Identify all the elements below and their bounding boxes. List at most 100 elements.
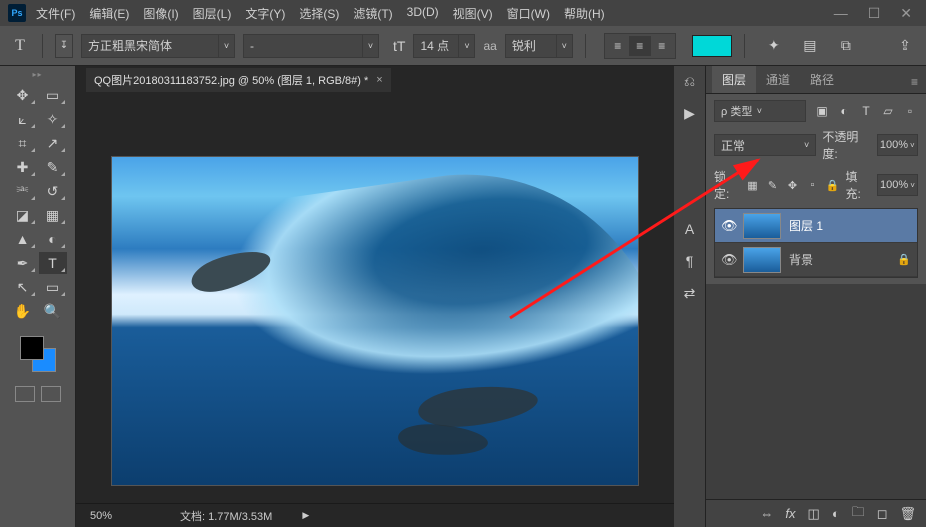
eyedropper-tool[interactable]: ↗ [39,132,67,154]
filter-smart-icon[interactable]: ▫ [902,103,918,119]
history-panel-icon[interactable]: ⎌ [680,72,700,90]
menu-window[interactable]: 窗口(W) [507,5,550,22]
delete-layer-button[interactable]: 🗑 [899,506,916,522]
menu-3d[interactable]: 3D(D) [407,5,439,22]
character-panel-icon[interactable]: A [680,220,700,238]
menu-layer[interactable]: 图层(L) [193,5,232,22]
menu-type[interactable]: 文字(Y) [245,5,285,22]
panel-menu-button[interactable]: ≡ [903,71,926,93]
magic-wand-tool[interactable]: ✧ [39,108,67,130]
visibility-icon[interactable]: 👁 [721,252,735,268]
layer-mask-button[interactable]: ◫ [808,506,820,522]
close-icon[interactable]: × [376,74,382,86]
pen-tool[interactable]: ✒ [9,252,37,274]
new-layer-button[interactable]: ◻ [877,506,888,522]
align-center-button[interactable]: ≡ [629,36,651,56]
status-chevron-icon[interactable]: ▶ [302,510,309,521]
antialias-dropdown[interactable]: ˅ [557,34,573,58]
lock-transparency-icon[interactable]: ▦ [745,178,759,192]
path-select-tool[interactable]: ↖ [9,276,37,298]
toolbox-handle[interactable]: ▸▸ [21,70,55,80]
layer-name[interactable]: 图层 1 [789,217,823,234]
crop-tool[interactable]: ⌗ [9,132,37,154]
quick-mask-button[interactable] [15,386,35,402]
font-size-input[interactable]: 14 点 [413,34,459,58]
font-family-dropdown[interactable]: ˅ [219,34,235,58]
adjustments-panel-icon[interactable]: ⇄ [680,284,700,302]
filter-image-icon[interactable]: ▣ [814,103,830,119]
menu-help[interactable]: 帮助(H) [564,5,605,22]
share-button[interactable]: ⇪ [894,35,916,57]
layer-kind-filter[interactable]: ρ 类型˅ [714,100,806,122]
maximize-button[interactable]: ☐ [868,5,881,22]
minimize-button[interactable]: — [834,5,848,22]
adjustment-layer-button[interactable]: ◐ [832,506,840,521]
fill-input[interactable]: 100%˅ [877,174,918,196]
lock-all-icon[interactable]: 🔒 [825,178,839,192]
canvas-viewport[interactable] [76,92,674,503]
align-right-button[interactable]: ≡ [651,36,673,56]
menu-select[interactable]: 选择(S) [299,5,339,22]
tab-channels[interactable]: 通道 [756,66,800,93]
dodge-tool[interactable]: ◐ [39,228,67,250]
hand-tool[interactable]: ✋ [9,300,37,322]
filter-type-icon[interactable]: T [858,103,874,119]
font-size-dropdown[interactable]: ˅ [459,34,475,58]
3d-text-button[interactable]: ⧉ [835,35,857,57]
zoom-level[interactable]: 50% [90,510,150,522]
brush-tool[interactable]: ✎ [39,156,67,178]
layer-row[interactable]: 👁 背景 🔒 [715,243,917,277]
link-layers-button[interactable]: ⇔ [760,506,773,521]
gradient-tool[interactable]: ▦ [39,204,67,226]
font-style-select[interactable]: - [243,34,363,58]
spot-heal-tool[interactable]: ✚ [9,156,37,178]
visibility-icon[interactable]: 👁 [721,218,735,234]
clone-tool[interactable]: ⎃ [9,180,37,202]
layer-group-button[interactable]: 🗀 [852,503,865,525]
lock-artboard-icon[interactable]: ▫ [805,178,819,192]
font-orientation-button[interactable]: ↧ [55,34,73,58]
eraser-tool[interactable]: ◪ [9,204,37,226]
move-tool[interactable]: ✥ [9,84,37,106]
blur-tool[interactable]: ▲ [9,228,37,250]
tab-paths[interactable]: 路径 [800,66,844,93]
current-tool-indicator[interactable]: T [10,36,30,56]
color-picker[interactable] [20,336,56,372]
layer-thumbnail[interactable] [743,247,781,273]
layer-thumbnail[interactable] [743,213,781,239]
menu-file[interactable]: 文件(F) [36,5,75,22]
opacity-input[interactable]: 100%˅ [877,134,918,156]
actions-panel-icon[interactable]: ▶ [680,104,700,122]
foreground-color-swatch[interactable] [20,336,44,360]
layer-fx-button[interactable]: fx [785,506,795,521]
canvas-image[interactable] [111,156,639,486]
close-button[interactable]: ✕ [900,5,912,22]
menu-image[interactable]: 图像(I) [143,5,178,22]
font-family-select[interactable]: 方正粗黑宋简体 [81,34,219,58]
document-info[interactable]: 文档: 1.77M/3.53M [180,508,272,524]
history-brush-tool[interactable]: ↺ [39,180,67,202]
layer-name[interactable]: 背景 [789,251,813,268]
rectangle-tool[interactable]: ▭ [39,276,67,298]
zoom-tool[interactable]: 🔍 [39,300,67,322]
align-left-button[interactable]: ≡ [607,36,629,56]
font-style-dropdown[interactable]: ˅ [363,34,379,58]
filter-adjust-icon[interactable]: ◐ [836,103,852,119]
blend-mode-select[interactable]: 正常˅ [714,134,816,156]
document-tab[interactable]: QQ图片20180311183752.jpg @ 50% (图层 1, RGB/… [86,68,391,92]
character-panel-button[interactable]: ▤ [799,35,821,57]
lock-pixels-icon[interactable]: ✎ [765,178,779,192]
text-color-swatch[interactable] [692,35,732,57]
paragraph-panel-icon[interactable]: ¶ [680,252,700,270]
type-tool[interactable]: T [39,252,67,274]
menu-view[interactable]: 视图(V) [453,5,493,22]
menu-edit[interactable]: 编辑(E) [89,5,129,22]
lock-position-icon[interactable]: ✥ [785,178,799,192]
menu-filter[interactable]: 滤镜(T) [353,5,392,22]
antialias-select[interactable]: 锐利 [505,34,557,58]
tab-layers[interactable]: 图层 [712,66,756,93]
screen-mode-button[interactable] [41,386,61,402]
lasso-tool[interactable]: ⟀ [9,108,37,130]
marquee-tool[interactable]: ▭ [39,84,67,106]
filter-shape-icon[interactable]: ▱ [880,103,896,119]
